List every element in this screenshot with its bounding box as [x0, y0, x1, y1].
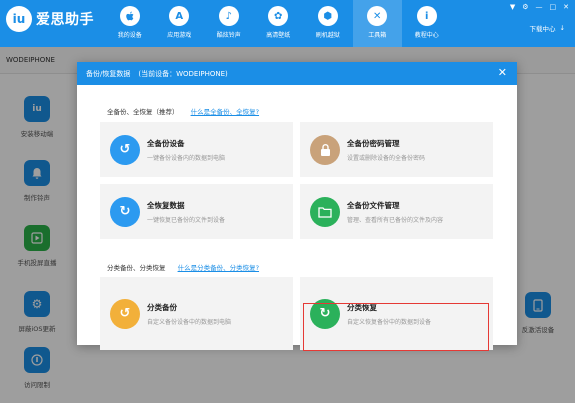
nav-flash-jailbreak[interactable]: ⬢ 刷机越狱 — [303, 0, 353, 47]
card-title: 全恢复数据 — [147, 200, 185, 210]
wallpaper-icon: ✿ — [268, 6, 289, 26]
nav-label: 高清壁纸 — [266, 32, 291, 39]
card-full-backup[interactable]: ↺ 全备份设备 一键备份设备内的数据到电脑 — [100, 122, 293, 177]
close-icon[interactable]: ✕ — [563, 3, 569, 11]
dialog-header: 备份/恢复数据 (当前设备：WODEIPHONE) ✕ — [77, 62, 517, 85]
settings-icon[interactable]: ⚙ — [522, 3, 528, 11]
help-link-full-backup[interactable]: 什么是全备份、全恢复? — [191, 108, 259, 116]
card-title: 分类备份 — [147, 302, 177, 312]
top-bar: iu 爱思助手 我的设备 A 应用游戏 ♪ 酷炫铃声 ✿ 高清壁纸 ⬢ 刷机越狱… — [0, 0, 575, 47]
info-icon: i — [416, 6, 437, 26]
appstore-icon: A — [169, 6, 190, 26]
section-title: 全备份、全恢复（推荐） — [107, 108, 179, 116]
card-title: 全备份文件管理 — [347, 200, 400, 210]
nav-label: 我的设备 — [117, 32, 142, 39]
nav-label: 工具箱 — [368, 32, 387, 39]
card-full-restore[interactable]: ↻ 全恢复数据 一键恢复已备份的文件到设备 — [100, 184, 293, 239]
download-arrow-icon: ↓ — [559, 24, 565, 32]
section-title: 分类备份、分类恢复 — [107, 264, 166, 272]
nav-toolbox[interactable]: ✕ 工具箱 — [352, 0, 402, 47]
card-title: 全备份设备 — [147, 138, 185, 148]
dialog-body: 全备份、全恢复（推荐） 什么是全备份、全恢复? ↺ 全备份设备 一键备份设备内的… — [77, 85, 517, 351]
backup-icon: ↺ — [110, 134, 140, 165]
app-logo: iu 爱思助手 — [6, 6, 94, 32]
nav-label: 刷机越狱 — [315, 32, 340, 39]
dialog-title: 备份/恢复数据 — [86, 69, 131, 78]
box-icon: ⬢ — [317, 6, 338, 26]
card-desc: 自定义恢复备份中的数据到设备 — [347, 318, 432, 326]
card-desc: 设置或删除设备的全备份密码 — [347, 154, 426, 162]
bell-icon: ♪ — [218, 6, 239, 26]
card-category-backup[interactable]: ↺ 分类备份 自定义备份设备中的数据到电脑 — [100, 277, 293, 350]
section-full-backup: 全备份、全恢复（推荐） 什么是全备份、全恢复? — [107, 106, 259, 116]
card-desc: 一键备份设备内的数据到电脑 — [147, 154, 226, 162]
window-controls: ▼ ⚙ — □ ✕ — [510, 3, 569, 11]
card-desc: 自定义备份设备中的数据到电脑 — [147, 318, 232, 326]
main-nav: 我的设备 A 应用游戏 ♪ 酷炫铃声 ✿ 高清壁纸 ⬢ 刷机越狱 ✕ 工具箱 i… — [105, 0, 452, 47]
close-icon[interactable]: ✕ — [498, 66, 507, 79]
help-link-category-backup[interactable]: 什么是分类备份、分类恢复? — [178, 264, 259, 272]
lock-icon — [310, 134, 340, 165]
nav-label: 酷炫铃声 — [216, 32, 241, 39]
menu-icon[interactable]: ▼ — [510, 3, 515, 11]
card-desc: 一键恢复已备份的文件到设备 — [147, 216, 226, 224]
minimize-icon[interactable]: — — [536, 3, 543, 11]
nav-my-device[interactable]: 我的设备 — [105, 0, 155, 47]
nav-label: 教程中心 — [414, 32, 439, 39]
apple-icon — [119, 6, 140, 26]
card-category-restore[interactable]: ↻ 分类恢复 自定义恢复备份中的数据到设备 — [300, 277, 493, 350]
card-backup-file-manager[interactable]: 全备份文件管理 管理、查看所有已备份的文件及内容 — [300, 184, 493, 239]
section-category-backup: 分类备份、分类恢复 什么是分类备份、分类恢复? — [107, 262, 259, 272]
restore-icon: ↻ — [310, 298, 340, 329]
backup-restore-dialog: 备份/恢复数据 (当前设备：WODEIPHONE) ✕ 全备份、全恢复（推荐） … — [77, 62, 517, 351]
card-desc: 管理、查看所有已备份的文件及内容 — [347, 216, 444, 224]
nav-label: 应用游戏 — [167, 32, 192, 39]
nav-apps[interactable]: A 应用游戏 — [155, 0, 205, 47]
maximize-icon[interactable]: □ — [550, 3, 557, 11]
card-title: 全备份密码管理 — [347, 138, 400, 148]
card-backup-password[interactable]: 全备份密码管理 设置或删除设备的全备份密码 — [300, 122, 493, 177]
nav-wallpapers[interactable]: ✿ 高清壁纸 — [254, 0, 304, 47]
nav-ringtones[interactable]: ♪ 酷炫铃声 — [204, 0, 254, 47]
toolbox-icon: ✕ — [367, 6, 388, 26]
folder-icon — [310, 196, 340, 227]
backup-icon: ↺ — [110, 298, 140, 329]
current-device-label: (当前设备：WODEIPHONE) — [138, 69, 228, 78]
card-title: 分类恢复 — [347, 302, 377, 312]
nav-tutorials[interactable]: i 教程中心 — [402, 0, 452, 47]
app-title: 爱思助手 — [36, 12, 94, 28]
download-center-button[interactable]: 下载中心 ↓ — [530, 23, 565, 33]
download-center-label: 下载中心 — [529, 25, 556, 33]
logo-icon: iu — [6, 6, 32, 32]
restore-icon: ↻ — [110, 196, 140, 227]
